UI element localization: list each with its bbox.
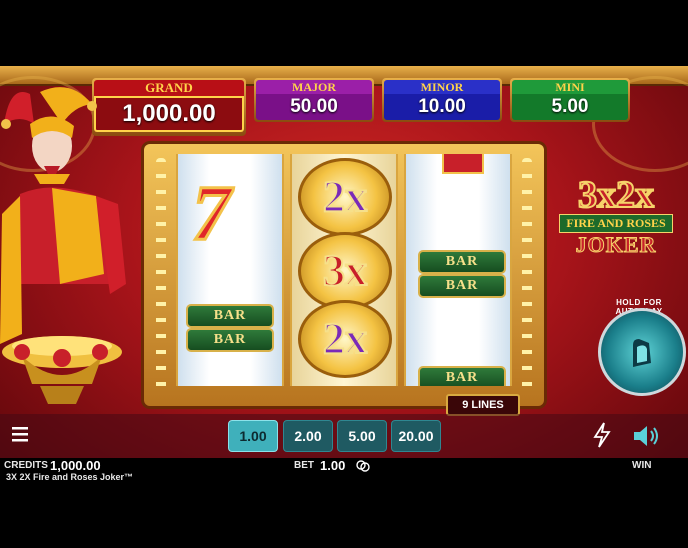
bet-label: BET <box>294 460 314 471</box>
spin-button[interactable] <box>598 308 686 396</box>
bet-option-5[interactable]: 5.00 <box>337 420 387 452</box>
game-title: 3X 2X Fire and Roses Joker™ <box>6 472 134 482</box>
control-bar: 1.00 2.00 5.00 20.00 <box>0 414 688 458</box>
symbol-bar: BAR <box>418 274 506 298</box>
symbol-seven: 7 <box>191 169 233 256</box>
sound-icon[interactable] <box>632 424 660 448</box>
jackpot-major-value: 50.00 <box>256 94 372 120</box>
coin-symbol: 2x <box>298 300 392 378</box>
reel-3: BAR BAR BAR <box>404 154 512 386</box>
multiplier-2x: 2x <box>322 172 368 221</box>
lines-badge: 9 LINES <box>446 394 520 416</box>
jackpot-mini-label: MINI <box>512 80 628 94</box>
menu-icon[interactable] <box>12 424 28 444</box>
win-label: WIN <box>632 460 652 471</box>
symbol-bar: BAR <box>418 366 506 386</box>
jackpot-major-label: MAJOR <box>256 80 372 94</box>
logo-joker: JOKER <box>575 232 657 257</box>
bulbs-right <box>522 158 532 390</box>
game-screen: GRAND 1,000.00 MAJOR 50.00 MINOR 10.00 M… <box>0 66 688 484</box>
coins-icon[interactable] <box>356 460 370 472</box>
bulbs-left <box>156 158 166 390</box>
turbo-bolt-icon[interactable] <box>592 422 612 448</box>
jackpot-major: MAJOR 50.00 <box>254 78 374 122</box>
reel-area: 7 BAR BAR 2x 3x 2x BAR BAR BAR <box>176 154 512 386</box>
jackpot-minor: MINOR 10.00 <box>382 78 502 122</box>
jackpot-mini-value: 5.00 <box>512 94 628 120</box>
jackpot-mini: MINI 5.00 <box>510 78 630 122</box>
reel-frame: 7 BAR BAR 2x 3x 2x BAR BAR BAR <box>144 144 544 406</box>
bet-option-1[interactable]: 1.00 <box>228 420 278 452</box>
jackpot-minor-label: MINOR <box>384 80 500 94</box>
multiplier-3x: 3x <box>322 246 368 295</box>
symbol-bar: BAR <box>186 304 274 328</box>
reel-1: 7 BAR BAR <box>176 154 284 386</box>
reel-2: 2x 3x 2x <box>290 154 398 386</box>
coin-symbol: 2x <box>298 158 392 236</box>
logo-multipliers: 3x2x <box>577 174 655 216</box>
symbol-bar: BAR <box>186 328 274 352</box>
logo-fire-roses: FIRE AND ROSES <box>559 214 673 233</box>
joker-character-image <box>0 87 126 404</box>
game-logo: 3x2x FIRE AND ROSES JOKER <box>552 174 680 286</box>
info-bar: CREDITS 1,000.00 3X 2X Fire and Roses Jo… <box>0 458 688 484</box>
red-symbol-partial <box>442 154 484 174</box>
coin-symbol: 3x <box>298 232 392 310</box>
bet-option-20[interactable]: 20.00 <box>391 420 441 452</box>
symbol-bar: BAR <box>418 250 506 274</box>
multiplier-2x: 2x <box>322 314 368 363</box>
hand-icon <box>633 339 651 367</box>
bet-value: 1.00 <box>320 458 346 473</box>
jackpot-minor-value: 10.00 <box>384 94 500 120</box>
credits-label: CREDITS <box>4 460 48 471</box>
bet-option-2[interactable]: 2.00 <box>283 420 333 452</box>
credits-value: 1,000.00 <box>50 458 101 473</box>
